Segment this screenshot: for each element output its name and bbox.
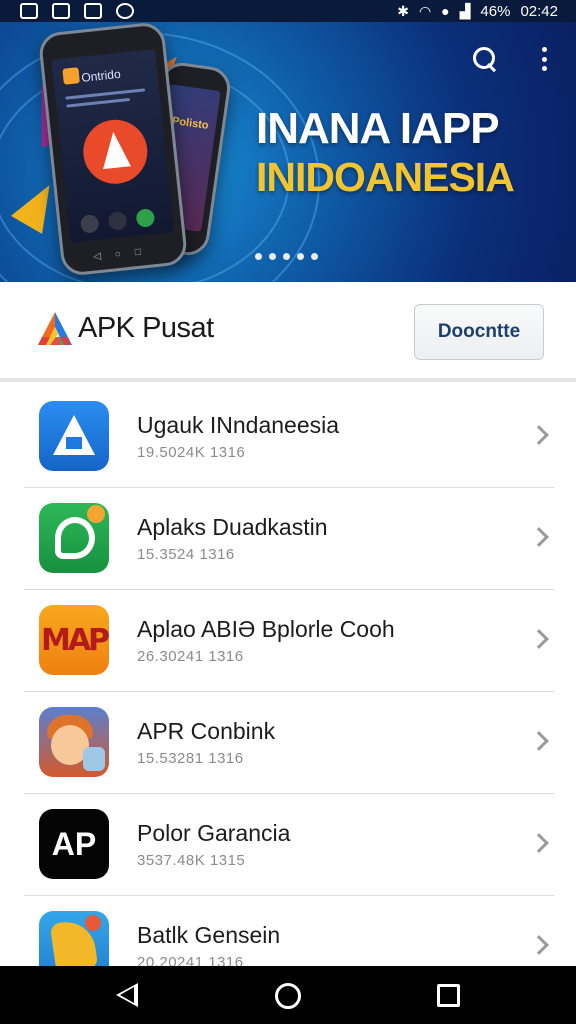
app-meta: 20.20241 1316 — [137, 954, 244, 966]
app-meta: 26.30241 1316 — [137, 648, 244, 665]
back-icon[interactable] — [116, 983, 138, 1007]
search-icon[interactable] — [470, 44, 500, 74]
list-item[interactable]: MAP Aplao ABIƏ Bplorle Cooh 26.30241 131… — [0, 590, 576, 692]
brand-name: APK Pusat — [78, 312, 214, 344]
phone-app-logo-icon — [62, 67, 80, 85]
list-item[interactable]: Batlk Gensein 20.20241 1316 — [0, 896, 576, 966]
app-name: Batlk Gensein — [137, 922, 281, 948]
carousel-dot[interactable] — [283, 253, 290, 260]
bluetooth-icon: ✱ — [397, 2, 409, 19]
wifi-icon: ◠ — [418, 2, 432, 19]
list-item[interactable]: APR Conbink 15.53281 1316 — [0, 692, 576, 794]
chevron-right-icon — [529, 629, 549, 649]
app-name: Aplaks Duadkastin — [137, 514, 328, 540]
home-icon[interactable] — [275, 983, 301, 1009]
map-icon: MAP — [39, 605, 109, 675]
chevron-right-icon — [529, 527, 549, 547]
clock: 02:42 — [520, 2, 558, 20]
store-header: APK Pusat Doocntte — [0, 282, 576, 382]
image-icon — [52, 3, 70, 19]
status-right-icons: ✱ ◠ ● ▟ 46% 02:42 — [397, 3, 558, 20]
chevron-right-icon — [529, 833, 549, 853]
app-meta: 15.3524 1316 — [137, 546, 235, 563]
a-logo-icon — [39, 401, 109, 471]
list-item[interactable]: Aplaks Duadkastin 15.3524 1316 — [0, 488, 576, 590]
apk-pusat-logo-icon — [38, 312, 72, 345]
banner-title-line2: INIDOANESIA — [256, 154, 515, 200]
app-name: APR Conbink — [137, 718, 276, 744]
chevron-right-icon — [529, 935, 549, 955]
app-name: Aplao ABIƏ Bplorle Cooh — [137, 616, 395, 642]
battery-level: 46% — [480, 2, 511, 20]
chevron-right-icon — [529, 425, 549, 445]
carousel-dot[interactable] — [311, 253, 318, 260]
tiktok-icon — [84, 3, 102, 19]
green-chat-icon — [39, 503, 109, 573]
chevron-right-icon — [529, 731, 549, 751]
promo-banner[interactable]: Polisto Ontrido ◁○□ INANA IAPP INIDOANES… — [0, 22, 576, 282]
app-list: Ugauk INndaneesia 19.5024K 1316 Aplaks D… — [0, 386, 576, 966]
recent-apps-icon[interactable] — [437, 984, 460, 1007]
carousel-dot[interactable] — [297, 253, 304, 260]
notification-icon — [20, 3, 38, 19]
system-nav-bar — [0, 966, 576, 1024]
app-meta: 3537.48K 1315 — [137, 852, 246, 869]
settings-icon — [116, 3, 134, 19]
android-icon: ● — [441, 3, 450, 19]
list-item[interactable]: AP Polor Garancia 3537.48K 1315 — [0, 794, 576, 896]
app-name: Polor Garancia — [137, 820, 291, 846]
download-button[interactable]: Doocntte — [414, 304, 544, 360]
list-item[interactable]: Ugauk INndaneesia 19.5024K 1316 — [0, 386, 576, 488]
cartoon-character-icon — [39, 707, 109, 777]
status-left-icons — [20, 3, 134, 19]
phone-screen-title: Ontrido — [80, 66, 122, 85]
phone-illustration-front: Ontrido ◁○□ — [37, 22, 189, 277]
game-character-icon — [39, 911, 109, 966]
more-options-icon[interactable] — [537, 44, 551, 74]
ap-logo-icon: AP — [39, 809, 109, 879]
carousel-dot[interactable] — [269, 253, 276, 260]
app-meta: 15.53281 1316 — [137, 750, 244, 767]
status-bar: ✱ ◠ ● ▟ 46% 02:42 — [0, 0, 576, 22]
signal-icon: ▟ — [459, 2, 471, 19]
carousel-dot[interactable] — [255, 253, 262, 260]
app-meta: 19.5024K 1316 — [137, 444, 246, 461]
phone-a-logo-icon — [80, 116, 151, 187]
banner-title-line1: INANA IAPP — [256, 104, 500, 153]
carousel-indicator[interactable] — [255, 253, 318, 260]
app-name: Ugauk INndaneesia — [137, 412, 340, 438]
